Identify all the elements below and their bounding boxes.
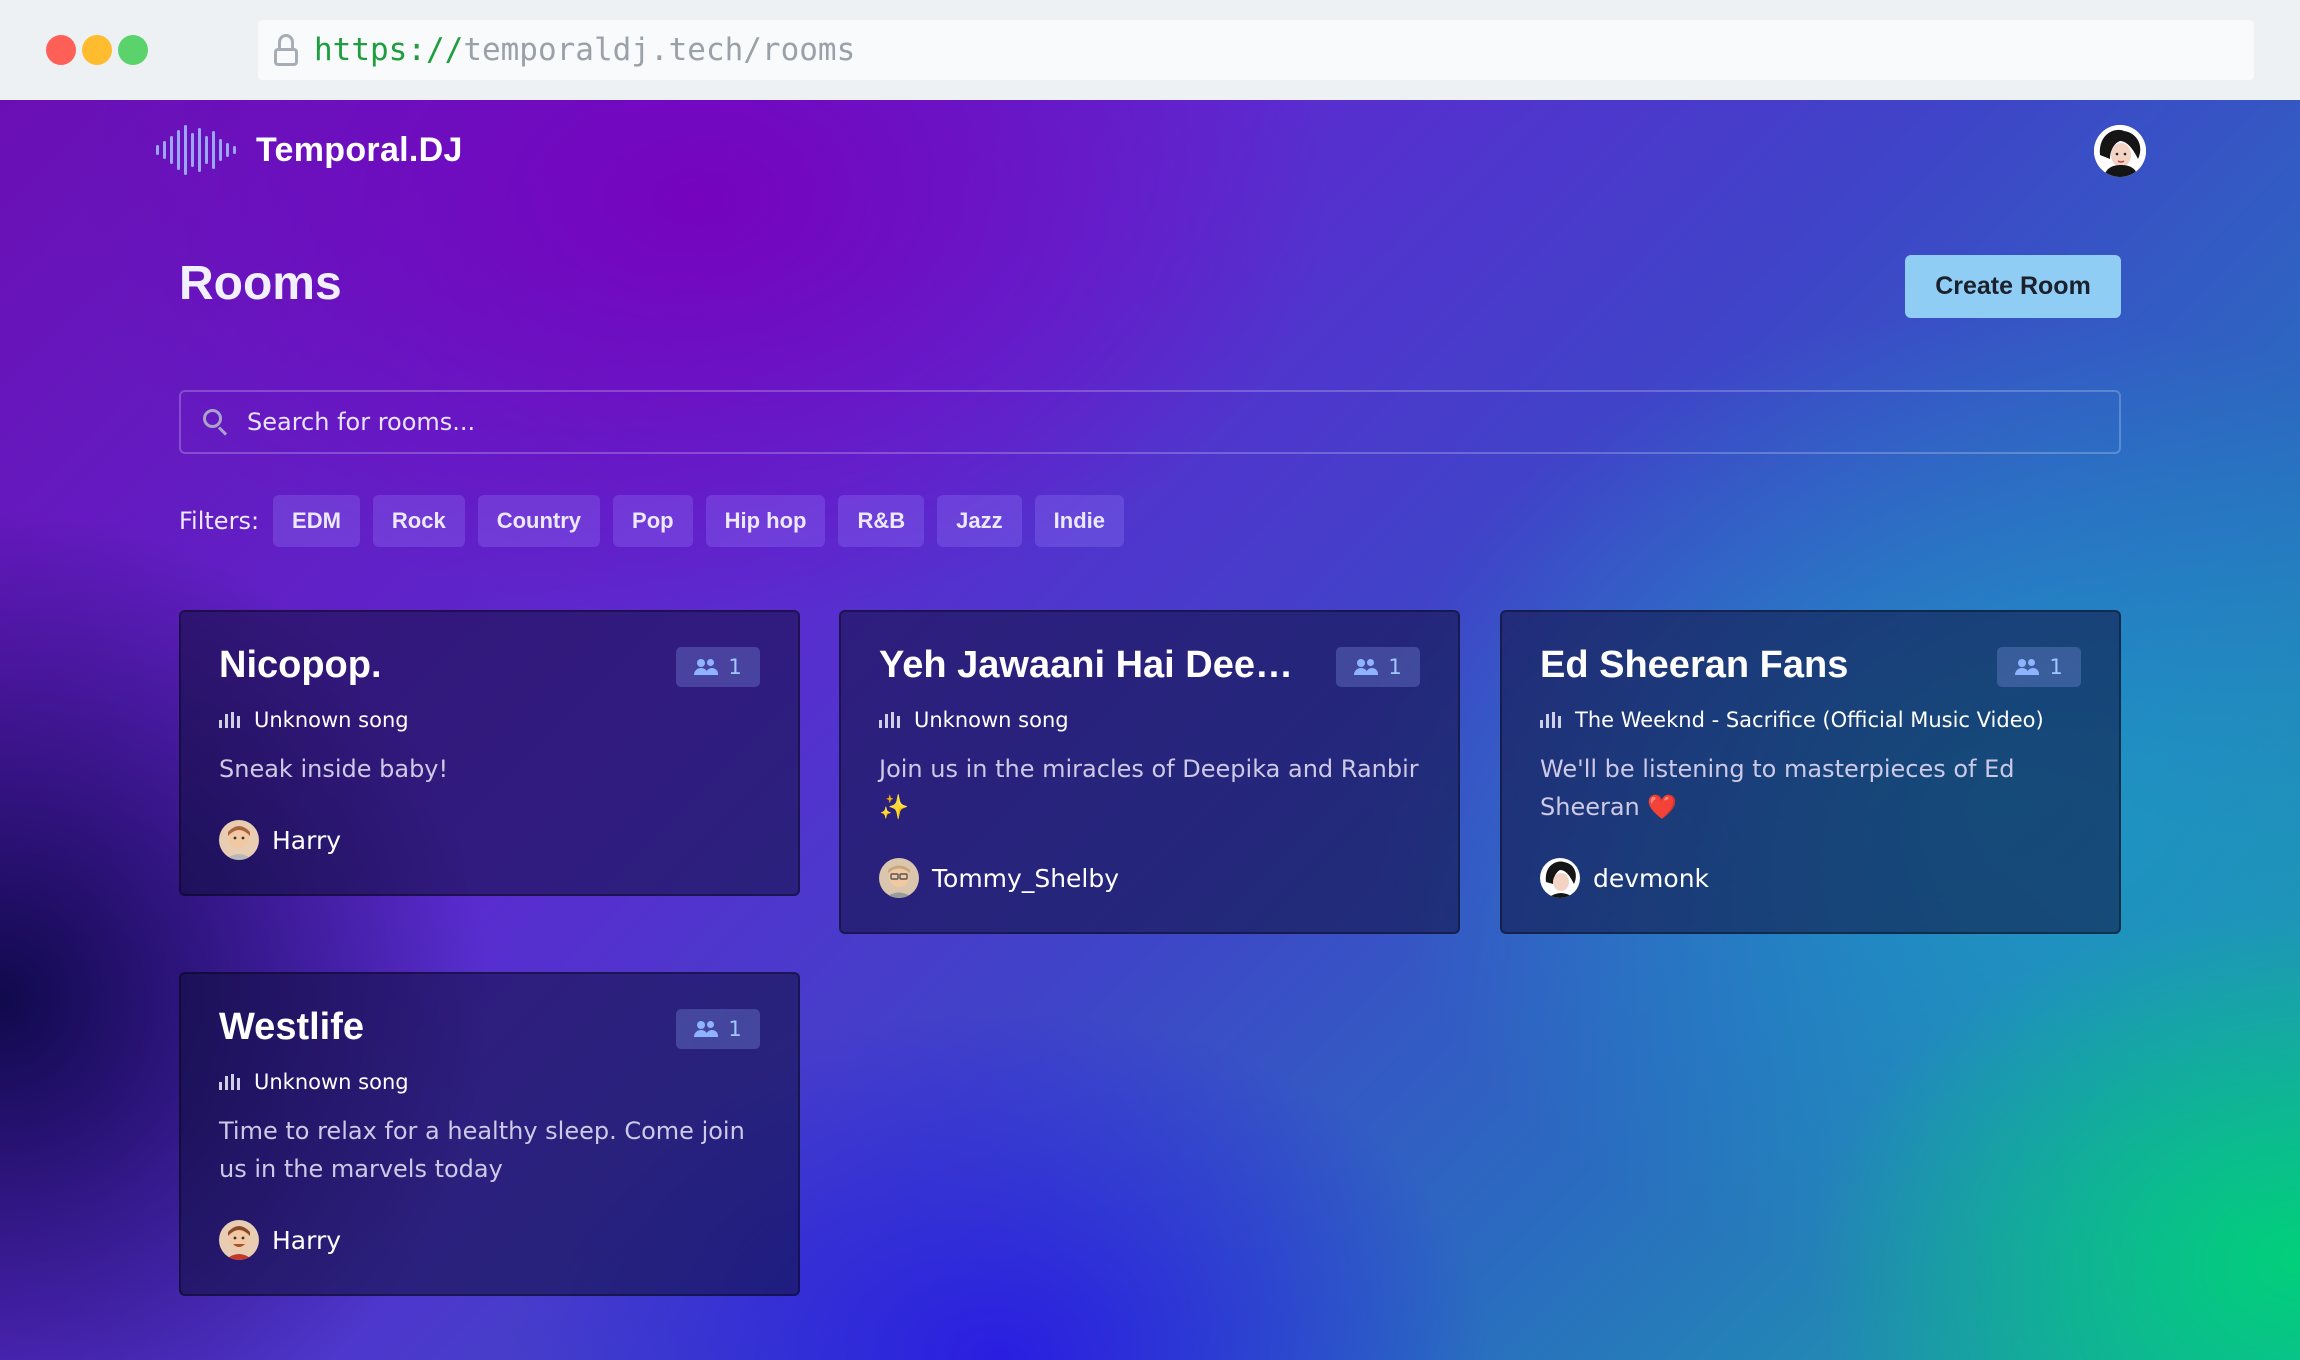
owner-avatar [879,858,919,898]
listener-count: 1 [2049,655,2063,679]
filter-chip-country[interactable]: Country [477,495,601,547]
song-title: Unknown song [254,708,409,732]
listener-count-badge: 1 [1997,647,2081,687]
filter-chip-edm[interactable]: EDM [273,495,360,547]
filter-bar: Filters: EDM Rock Country Pop Hip hop R&… [179,495,1137,547]
address-bar[interactable]: https://temporaldj.tech/rooms [258,20,2254,80]
room-name: Westlife [219,1006,365,1048]
room-card-ed-sheeran-fans[interactable]: Ed Sheeran Fans 1 The Weeknd - Sacrifice… [1500,610,2121,934]
now-playing: The Weeknd - Sacrifice (Official Music V… [1540,708,2044,732]
room-description: Time to relax for a healthy sleep. Come … [219,1117,745,1183]
room-name: Nicopop. [219,644,382,686]
equalizer-icon [879,712,900,728]
room-owner: devmonk [1540,858,1709,898]
room-owner: Harry [219,820,341,860]
room-card-yeh-jawaani[interactable]: Yeh Jawaani Hai Deewani 1 Unknown song J… [839,610,1460,934]
filter-chip-hip-hop[interactable]: Hip hop [705,495,826,547]
owner-avatar [219,820,259,860]
listener-count: 1 [728,655,742,679]
filter-chip-pop[interactable]: Pop [613,495,693,547]
search-input[interactable] [247,392,2119,452]
filter-chip-rock[interactable]: Rock [372,495,465,547]
song-title: Unknown song [254,1070,409,1094]
window-close-button[interactable] [46,35,76,65]
window-minimize-button[interactable] [82,35,112,65]
url-path: temporaldj.tech/rooms [463,32,856,68]
filter-chip-indie[interactable]: Indie [1034,495,1124,547]
search-box[interactable] [179,390,2121,454]
url-text: https://temporaldj.tech/rooms [314,32,855,68]
users-icon [2015,659,2040,675]
owner-name: Harry [272,825,342,855]
user-avatar[interactable] [2094,125,2146,177]
listener-count: 1 [728,1017,742,1041]
room-description: Sneak inside baby! [219,755,449,783]
brand-name: Temporal.DJ [256,130,463,169]
brand-logo[interactable]: Temporal.DJ [156,124,463,176]
rooms-page: Temporal.DJ Rooms Create Room Filters: E… [0,100,2300,1360]
search-icon [201,407,231,437]
users-icon [694,1021,719,1037]
owner-avatar [1540,858,1580,898]
users-icon [694,659,719,675]
url-protocol: https:// [314,32,464,68]
owner-name: devmonk [1593,863,1710,893]
owner-name: Harry [272,1225,342,1255]
equalizer-icon [1540,712,1561,728]
users-icon [1354,659,1379,675]
room-name: Ed Sheeran Fans [1540,644,1849,686]
room-card-nicopop[interactable]: Nicopop. 1 Unknown song Sneak inside bab… [179,610,800,896]
listener-count-badge: 1 [676,1009,760,1049]
lock-icon [272,34,300,66]
owner-avatar [219,1220,259,1260]
browser-chrome: https://temporaldj.tech/rooms [0,0,2300,100]
now-playing: Unknown song [219,1070,409,1094]
listener-count-badge: 1 [676,647,760,687]
room-description: Join us in the miracles of Deepika and R… [879,755,1419,821]
equalizer-icon [219,1074,240,1090]
filter-chip-rnb[interactable]: R&B [838,495,925,547]
room-description: We'll be listening to masterpieces of Ed… [1540,755,2015,821]
room-owner: Tommy_Shelby [879,858,1119,898]
song-title: Unknown song [914,708,1069,732]
owner-name: Tommy_Shelby [932,863,1120,893]
page-title: Rooms [179,257,342,310]
room-card-westlife[interactable]: Westlife 1 Unknown song Time to relax fo… [179,972,800,1296]
filter-chip-jazz[interactable]: Jazz [937,495,1022,547]
room-owner: Harry [219,1220,341,1260]
listener-count: 1 [1388,655,1402,679]
create-room-button[interactable]: Create Room [1905,255,2121,318]
now-playing: Unknown song [219,708,409,732]
now-playing: Unknown song [879,708,1069,732]
equalizer-icon [219,712,240,728]
filters-label: Filters: [179,507,260,535]
sound-wave-icon [156,124,236,176]
listener-count-badge: 1 [1336,647,1420,687]
song-title: The Weeknd - Sacrifice (Official Music V… [1575,708,2044,732]
room-name: Yeh Jawaani Hai Deewani [879,644,1319,686]
window-maximize-button[interactable] [118,35,148,65]
